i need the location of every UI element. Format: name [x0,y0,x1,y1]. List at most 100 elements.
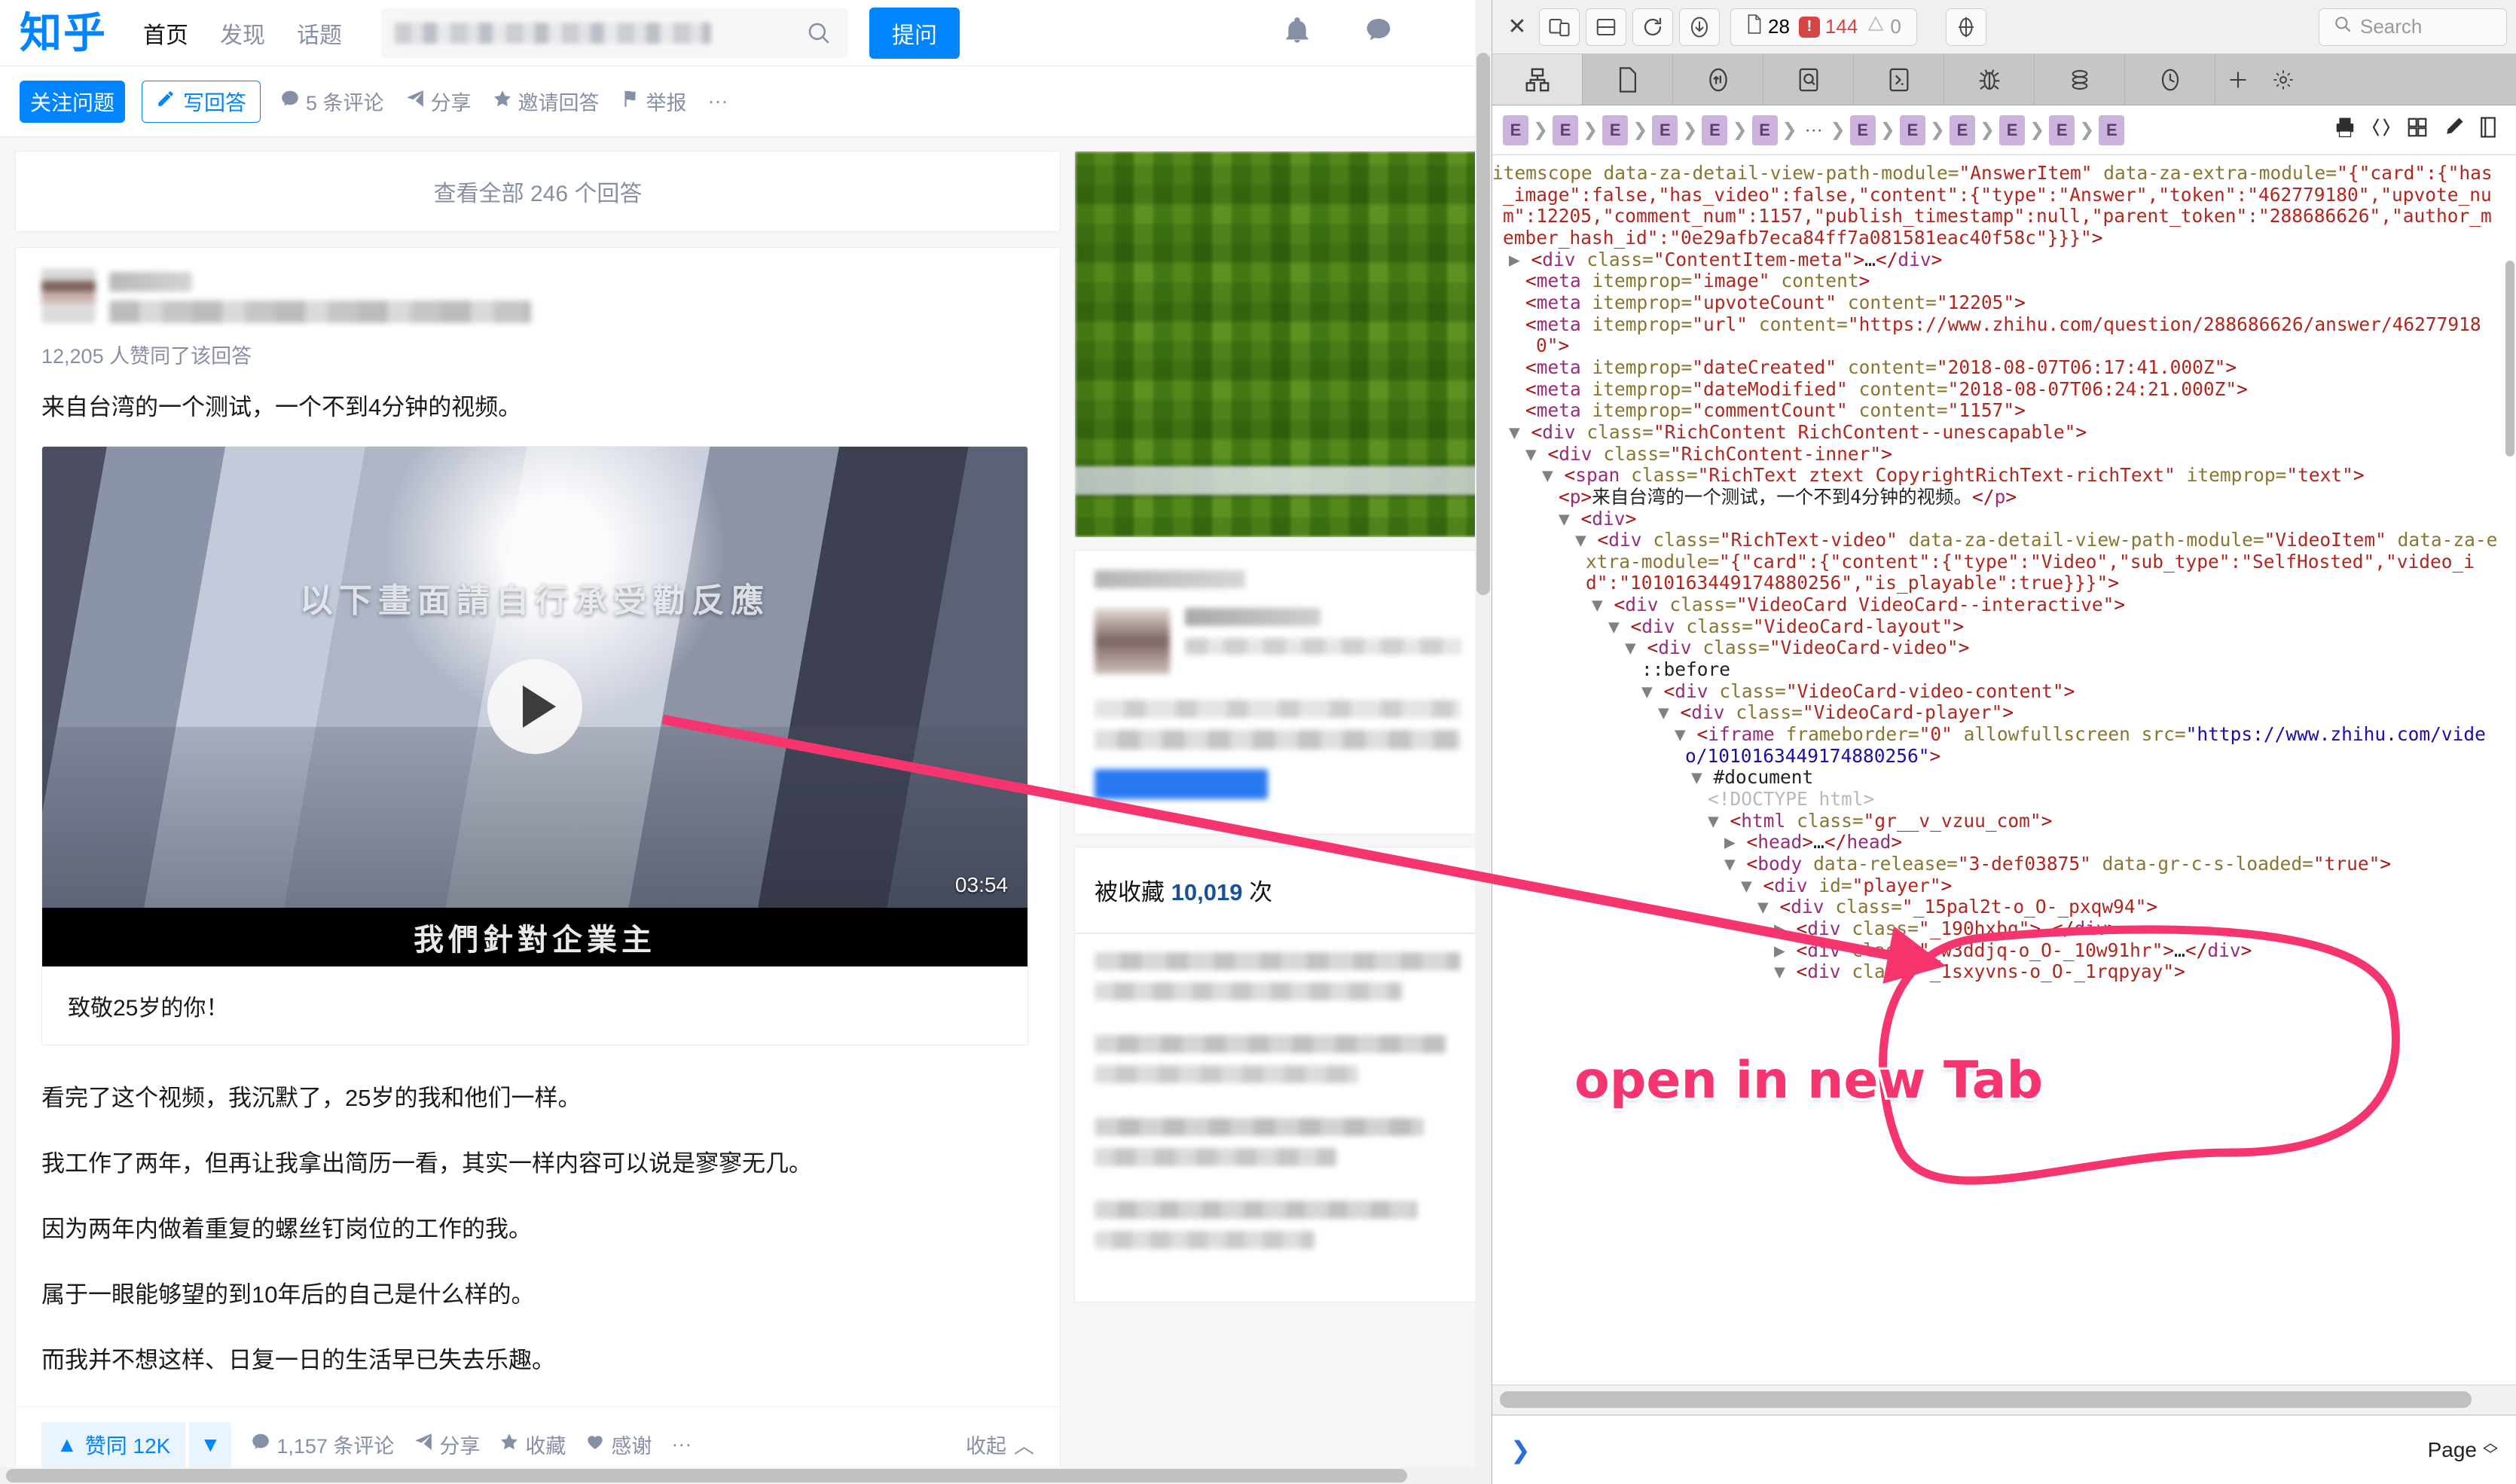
dom-tree-line[interactable]: ▼ <div class="_15pal2t-o_O-_pxqw94"> [1503,896,2499,918]
answer-thanks-action[interactable]: 感谢 [585,1430,652,1459]
expand-triangle-icon[interactable]: ▼ [1542,464,1553,486]
breadcrumb-element[interactable]: E [2049,115,2075,145]
dom-tree-line[interactable]: <meta itemprop="image" content> [1503,270,2499,292]
more-actions[interactable]: ··· [708,90,728,113]
collapse-triangle-icon[interactable]: ▶ [1774,918,1785,939]
page-scroll-thumb[interactable] [1476,53,1490,595]
breadcrumb-element[interactable]: E [1849,115,1876,145]
downvote-button[interactable]: ▼ [189,1421,232,1467]
breadcrumb-element[interactable]: E [1751,115,1778,145]
expand-triangle-icon[interactable]: ▼ [1724,853,1736,875]
search-input[interactable] [381,8,848,58]
tab-console[interactable] [1854,54,1944,105]
dom-tree-line[interactable]: ▶ <div class="ContentItem-meta">…</div> [1503,249,2499,271]
dom-tree-line[interactable]: <meta itemprop="dateCreated" content="20… [1503,356,2499,379]
share-action[interactable]: 分享 [405,87,472,116]
list-item[interactable] [1095,952,1461,1012]
dom-tree-line[interactable]: ▼ <div class="VideoCard-video"> [1503,637,2499,659]
dom-tree-line[interactable]: <meta itemprop="url" content="https://ww… [1503,313,2499,357]
dom-tree-line[interactable]: ▶ <head>…</head> [1503,832,2499,853]
tab-storage[interactable] [2035,54,2125,105]
dom-tree-line[interactable]: ▼ <div class="VideoCard-player"> [1503,702,2499,724]
tab-page[interactable] [1583,54,1673,105]
layout-grid-icon[interactable] [2406,116,2429,144]
console-prompt-icon[interactable]: ❯ [1510,1436,1531,1464]
inspect-element-icon[interactable] [1945,8,1986,46]
devtools-settings-gear-icon[interactable] [2261,54,2306,105]
tab-performance[interactable] [2125,54,2215,105]
expand-triangle-icon[interactable]: ▼ [1625,637,1636,659]
dom-tree-line[interactable]: ▼ <div> [1503,508,2499,530]
expand-triangle-icon[interactable]: ▼ [1509,421,1520,443]
add-tool-button[interactable] [2215,54,2261,105]
dom-tree-line[interactable]: <!DOCTYPE html> [1503,788,2499,811]
answer-more-actions[interactable]: ··· [671,1433,692,1456]
view-all-answers-link[interactable]: 查看全部 246 个回答 [15,151,1061,232]
documents-counter[interactable]: 28 [1746,14,1790,39]
dom-tree-line[interactable]: ▼ <iframe frameborder="0" allowfullscree… [1503,723,2499,767]
dom-tree-line[interactable]: <meta itemprop="upvoteCount" content="12… [1503,292,2499,314]
tab-elements[interactable] [1492,54,1583,105]
video-thumbnail[interactable]: 以下畫面請自行承受勸反應 03:54 我們針對企業主 [42,446,1027,966]
panel-toggle-icon[interactable] [2478,116,2498,144]
dom-tree-line[interactable]: <meta itemprop="commentCount" content="1… [1503,399,2499,422]
code-brackets-icon[interactable] [2370,116,2392,144]
breadcrumb-overflow[interactable]: ··· [1802,120,1826,141]
expand-triangle-icon[interactable]: ▼ [1608,615,1620,637]
collapse-triangle-icon[interactable]: ▶ [1509,249,1520,270]
tab-network[interactable] [1673,54,1763,105]
video-card[interactable]: 以下畫面請自行承受勸反應 03:54 我們針對企業主 致敬25岁的你！ [41,445,1028,1046]
nav-item-home[interactable]: 首页 [143,17,188,50]
expand-triangle-icon[interactable]: ▼ [1741,875,1752,896]
dom-horizontal-scrollbar[interactable] [1492,1385,2516,1415]
dom-tree-line[interactable]: ▼ <html class="gr__v_vzuu_com"> [1503,810,2499,832]
collapse-triangle-icon[interactable]: ▶ [1724,831,1736,853]
dom-tree-line[interactable]: ::before [1503,658,2499,681]
breadcrumb-element[interactable]: E [1503,115,1528,145]
comments-action[interactable]: 5 条评论 [280,87,384,116]
dom-tree-line[interactable]: ▼ <div class="VideoCard VideoCard--inter… [1503,594,2499,616]
blurred-cta-button[interactable] [1095,769,1268,799]
expand-triangle-icon[interactable]: ▼ [1658,701,1669,724]
list-item[interactable] [1095,1201,1461,1261]
chevron-updown-icon[interactable]: ︿ ﹀ [2483,1436,2498,1462]
report-action[interactable]: 举报 [621,87,687,116]
play-button[interactable] [487,658,582,754]
collapse-answer-button[interactable]: 收起 ︿ [966,1430,1034,1459]
page-horizontal-scrollbar[interactable] [0,1467,1475,1484]
messages-icon[interactable] [1363,15,1394,50]
answer-favorite-action[interactable]: 收藏 [499,1430,566,1459]
answer-comments-action[interactable]: 1,157 条评论 [251,1430,394,1459]
expand-triangle-icon[interactable]: ▼ [1708,810,1719,832]
expand-triangle-icon[interactable]: ▼ [1592,594,1603,615]
download-icon[interactable] [1679,8,1720,46]
dom-tree-line[interactable]: itemscope data-za-detail-view-path-modul… [1492,162,2499,249]
dom-tree-line[interactable]: <meta itemprop="dateModified" content="2… [1503,378,2499,401]
dom-tree-line[interactable]: ▼ <body data-release="3-def03875" data-g… [1503,853,2499,875]
expand-triangle-icon[interactable]: ▼ [1575,529,1586,551]
follow-question-button[interactable]: 关注问题 [20,80,125,123]
paintbrush-icon[interactable] [2442,116,2465,144]
write-answer-button[interactable]: 写回答 [142,80,261,123]
collapse-triangle-icon[interactable]: ▶ [1774,939,1785,961]
breadcrumb-element[interactable]: E [1702,115,1728,145]
expand-triangle-icon[interactable]: ▼ [1691,766,1702,789]
dom-hscroll-thumb[interactable] [1500,1391,2472,1408]
dom-tree-line[interactable]: ▶ <div class="_w3ddjq-o_O-_10w91hr">…</d… [1503,939,2499,962]
invite-action[interactable]: 邀请回答 [493,87,600,116]
dom-tree-line[interactable]: ▼ <div class="_1sxyvns-o_O-_1rqpyay"> [1503,960,2499,983]
errors-counter[interactable]: ! 144 [1798,15,1858,38]
breadcrumb-element[interactable]: E [1553,115,1579,145]
responsive-design-mode-icon[interactable] [1539,8,1580,46]
reload-icon[interactable] [1632,8,1673,46]
dom-vertical-scroll-thumb[interactable] [2505,261,2514,456]
warnings-counter[interactable]: 0 [1867,15,1901,38]
dom-tree-code[interactable]: itemscope data-za-detail-view-path-modul… [1492,162,2516,983]
expand-triangle-icon[interactable]: ▼ [1525,443,1537,465]
sidebar-related-block[interactable] [1074,550,1481,835]
expand-triangle-icon[interactable]: ▼ [1774,960,1785,982]
breadcrumb-element[interactable]: E [1899,115,1925,145]
dom-tree-line[interactable]: ▼ <div class="RichContent-inner"> [1503,443,2499,466]
ask-question-button[interactable]: 提问 [869,7,960,59]
expand-triangle-icon[interactable]: ▼ [1559,508,1570,530]
